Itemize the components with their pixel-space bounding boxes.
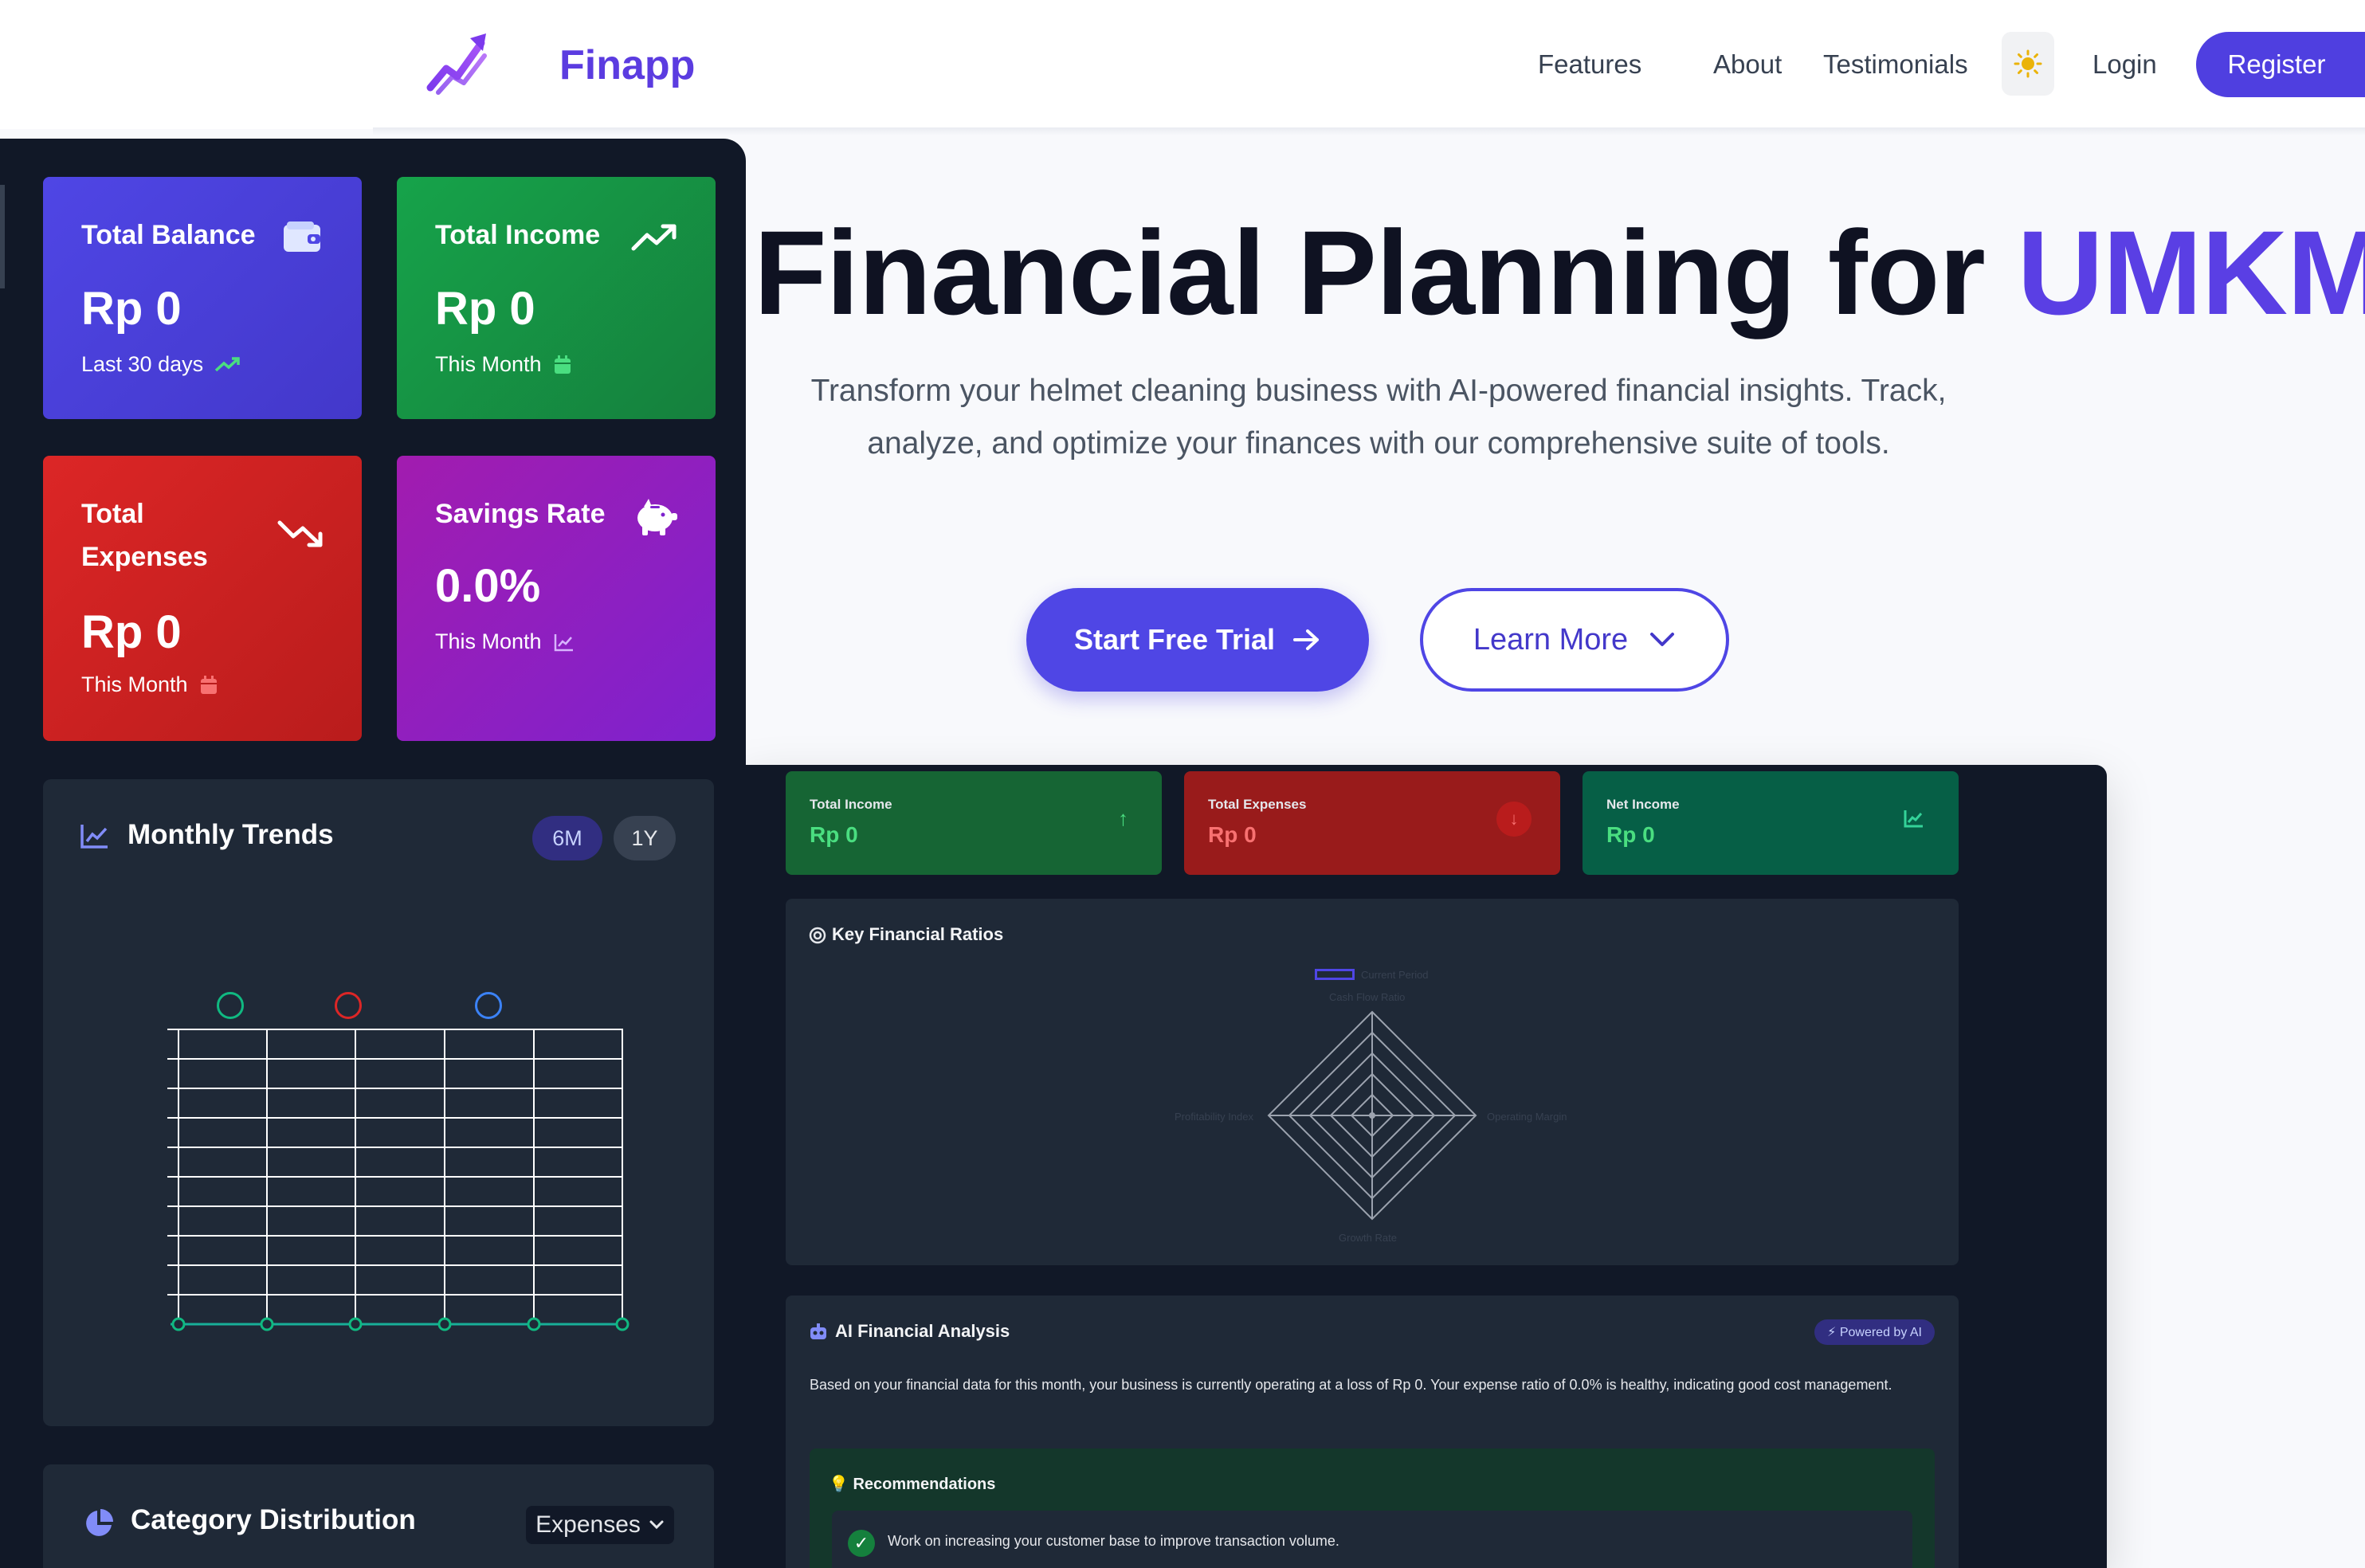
total-expenses-sub: This Month — [81, 672, 218, 697]
navbar-shadow — [373, 127, 2365, 135]
preview-net-income-label: Net Income — [1606, 797, 1680, 812]
piggy-bank-icon — [637, 499, 677, 535]
hero-title-main: Financial Planning for — [754, 206, 2018, 339]
calendar-icon — [554, 355, 571, 374]
hero-title: Financial Planning for UMKM — [754, 207, 2365, 339]
preview-income-card: Total Income Rp 0 ↑ — [786, 771, 1162, 875]
nav-link-features[interactable]: Features — [1538, 49, 1641, 80]
chart-line-icon — [554, 633, 573, 651]
start-free-trial-button[interactable]: Start Free Trial — [1026, 588, 1369, 692]
nav-link-testimonials[interactable]: Testimonials — [1823, 49, 1968, 80]
brand-name[interactable]: Finapp — [559, 41, 695, 89]
arrow-right-icon — [1293, 629, 1320, 650]
preview-income-label: Total Income — [810, 797, 892, 812]
radar-axis-label-bottom: Growth Rate — [1339, 1232, 1397, 1244]
chevron-down-icon — [649, 1520, 664, 1530]
key-ratios-title: Key Financial Ratios — [832, 924, 1004, 944]
nav-link-about[interactable]: About — [1713, 49, 1782, 80]
learn-more-button[interactable]: Learn More — [1420, 588, 1729, 692]
total-income-value: Rp 0 — [435, 283, 535, 335]
preview-net-income-value: Rp 0 — [1606, 822, 1655, 847]
range-1y-button[interactable]: 1Y — [614, 816, 676, 860]
preview-expenses-card: Total Expenses Rp 0 ↓ — [1184, 771, 1560, 875]
preview-expenses-value: Rp 0 — [1208, 822, 1257, 847]
radar-chart — [1267, 1010, 1477, 1221]
target-icon — [809, 927, 826, 944]
savings-rate-label: Savings Rate — [435, 499, 606, 529]
sun-icon — [2014, 49, 2042, 78]
total-balance-label: Total Balance — [81, 220, 256, 250]
monthly-trends-title: Monthly Trends — [127, 819, 334, 850]
learn-more-label: Learn More — [1473, 622, 1629, 657]
recommendations-title-text: Recommendations — [853, 1476, 996, 1493]
preview-income-value: Rp 0 — [810, 822, 858, 847]
chart-line-icon — [80, 825, 108, 849]
total-balance-card[interactable]: Total Balance Rp 0 Last 30 days — [43, 177, 362, 419]
hero-title-accent: UMKM — [2017, 206, 2365, 339]
savings-rate-sub: This Month — [435, 629, 575, 654]
radar-legend-label: Current Period — [1361, 969, 1429, 981]
ai-analysis-text: Based on your financial data for this mo… — [810, 1377, 1892, 1393]
register-button[interactable]: Register — [2196, 32, 2365, 97]
radar-axis-label-left: Profitability Index — [1175, 1111, 1253, 1123]
preview-net-income-card: Net Income Rp 0 — [1583, 771, 1959, 875]
legend-income-marker[interactable] — [217, 992, 244, 1019]
chevron-down-icon — [1650, 633, 1675, 646]
arrow-up-icon: ↑ — [1118, 806, 1128, 830]
sidebar-scroll-edge — [0, 185, 5, 288]
total-expenses-value: Rp 0 — [81, 606, 182, 658]
recommendation-item: ✓ Work on increasing your customer base … — [832, 1511, 1912, 1568]
radar-axis-label-right: Operating Margin — [1487, 1111, 1567, 1123]
lightbulb-icon: 💡 — [829, 1476, 849, 1493]
legend-net-marker[interactable] — [475, 992, 502, 1019]
trending-down-icon — [277, 520, 323, 547]
category-type-value: Expenses — [535, 1511, 641, 1538]
total-expenses-label: Total Expenses — [81, 499, 208, 572]
key-ratios-panel: Key Financial Ratios Current Period Cash… — [786, 899, 1959, 1265]
trending-up-icon — [631, 224, 677, 251]
recommendation-text: Work on increasing your customer base to… — [888, 1533, 1339, 1549]
powered-by-ai-badge: ⚡ Powered by AI — [1814, 1319, 1935, 1345]
monthly-trends-chart — [167, 1029, 629, 1331]
savings-rate-sub-text: This Month — [435, 629, 542, 653]
recommendations-box: 💡 Recommendations ✓ Work on increasing y… — [810, 1448, 1935, 1568]
category-distribution-title: Category Distribution — [131, 1504, 416, 1535]
start-free-trial-label: Start Free Trial — [1073, 623, 1276, 656]
ai-analysis-title: AI Financial Analysis — [835, 1321, 1010, 1341]
category-type-select[interactable]: Expenses — [526, 1506, 674, 1544]
logo-trend-icon[interactable] — [426, 29, 489, 96]
ai-analysis-panel: AI Financial Analysis ⚡ Powered by AI Ba… — [786, 1296, 1959, 1568]
total-income-sub: This Month — [435, 352, 572, 377]
preview-expenses-label: Total Expenses — [1208, 797, 1307, 812]
total-income-card[interactable]: Total Income Rp 0 This Month — [397, 177, 716, 419]
total-balance-sub: Last 30 days — [81, 352, 241, 377]
total-balance-value: Rp 0 — [81, 283, 182, 335]
radar-legend-swatch[interactable] — [1315, 969, 1355, 980]
recommendations-title: 💡 Recommendations — [829, 1474, 995, 1494]
total-expenses-card[interactable]: Total Expenses Rp 0 This Month — [43, 456, 362, 741]
savings-rate-value: 0.0% — [435, 560, 541, 612]
login-link[interactable]: Login — [2092, 49, 2157, 80]
check-icon: ✓ — [848, 1530, 875, 1557]
arrow-down-icon: ↓ — [1496, 802, 1532, 837]
robot-icon — [810, 1323, 826, 1339]
chart-line-icon — [1904, 810, 1923, 828]
wallet-icon — [284, 221, 320, 252]
theme-toggle-button[interactable] — [2002, 32, 2054, 96]
calendar-icon — [200, 675, 217, 694]
savings-rate-card[interactable]: Savings Rate 0.0% This Month — [397, 456, 716, 741]
total-expenses-sub-text: This Month — [81, 672, 188, 696]
total-balance-sub-text: Last 30 days — [81, 352, 204, 376]
legend-expenses-marker[interactable] — [335, 992, 362, 1019]
pie-chart-icon — [86, 1509, 113, 1536]
radar-axis-label-top: Cash Flow Ratio — [1329, 991, 1406, 1003]
total-income-label: Total Income — [435, 220, 601, 250]
trending-up-icon — [214, 356, 240, 371]
hero-subtitle: Transform your helmet cleaning business … — [810, 374, 1947, 461]
total-income-sub-text: This Month — [435, 352, 542, 376]
range-6m-button[interactable]: 6M — [532, 816, 602, 860]
